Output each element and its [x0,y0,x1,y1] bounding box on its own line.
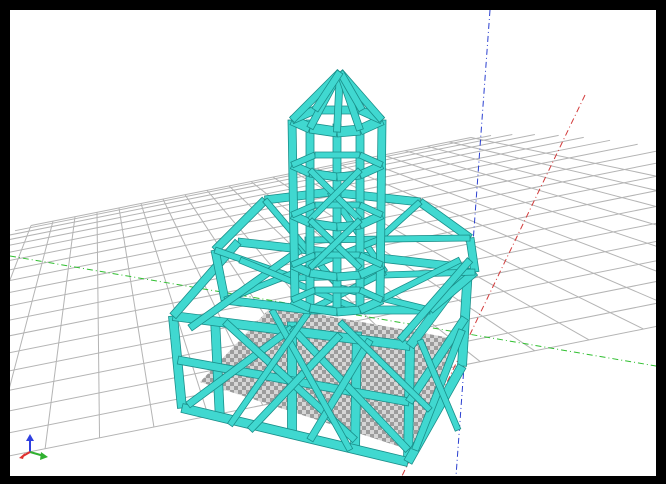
gizmo-y-arrow [40,452,48,460]
xyz-triad-icon[interactable] [19,434,48,460]
scene-canvas[interactable] [10,10,656,476]
grid-line [44,216,76,449]
grid-line [118,207,155,428]
grid-line [10,133,513,236]
viewport-frame [0,0,666,484]
grid-line [10,225,32,282]
truss-member [336,305,361,317]
grid-line [426,145,656,207]
grid-line [10,220,54,388]
tower-truss-model[interactable] [168,68,480,467]
truss-member [169,238,242,320]
truss-member [314,286,361,294]
grid-line [96,212,101,438]
3d-viewport[interactable] [10,10,656,476]
truss-member [336,270,361,282]
gizmo-z-arrow [26,434,34,441]
truss-member [314,151,361,159]
